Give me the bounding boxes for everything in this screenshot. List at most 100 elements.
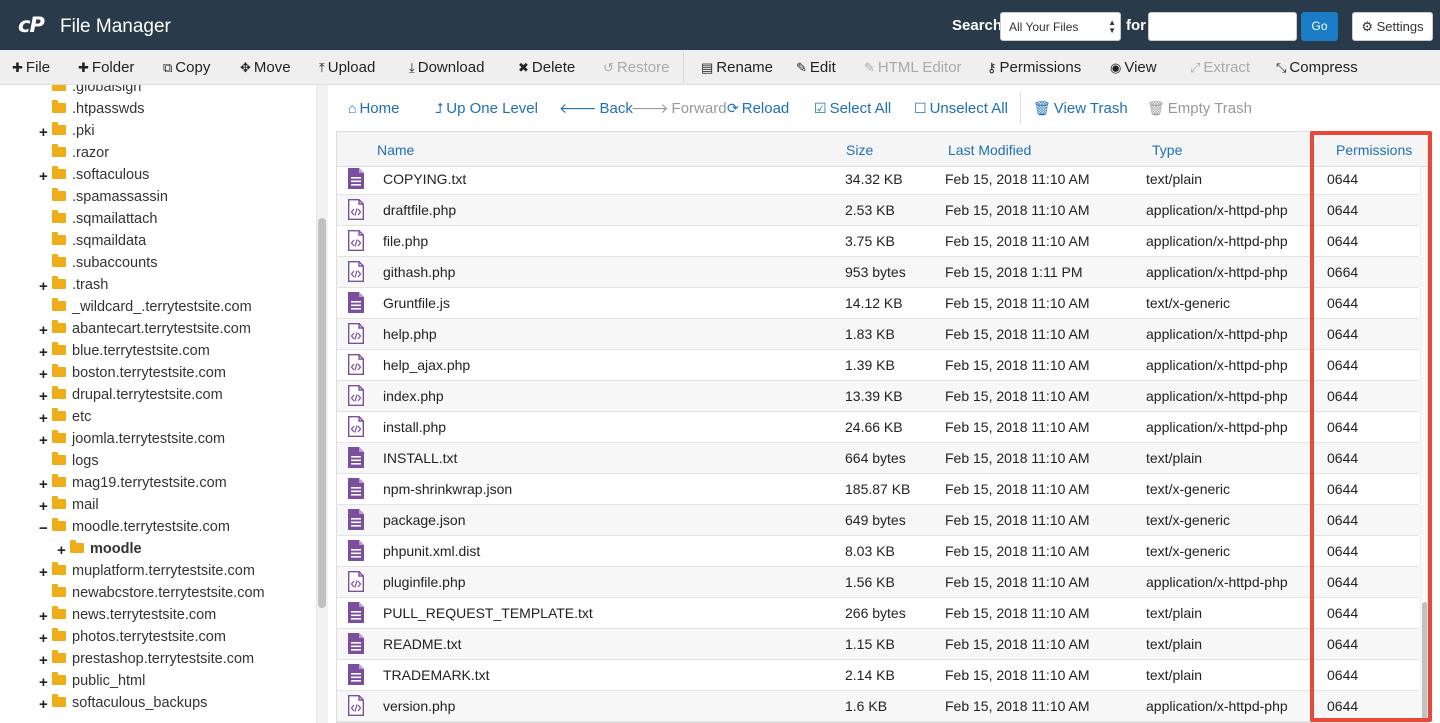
tree-item[interactable]: .globalsign [52,85,141,101]
tree-item[interactable]: newabcstore.terrytestsite.com [52,584,265,607]
table-row[interactable]: Gruntfile.js 14.12 KB Feb 15, 2018 11:10 A… [337,288,1419,319]
tree-item[interactable]: .htpasswds [52,100,145,123]
expand-icon[interactable]: + [39,344,48,361]
reload-button[interactable]: ⟳ Reload [727,100,789,117]
expand-icon[interactable]: + [39,432,48,449]
table-row[interactable]: file.php 3.75 KB Feb 15, 2018 11:10 AM appl… [337,226,1419,257]
tree-item[interactable]: .sqmaildata [52,232,146,255]
tree-item[interactable]: + prestashop.terrytestsite.com [39,650,254,673]
table-row[interactable]: README.txt 1.15 KB Feb 15, 2018 11:10 AM te… [337,629,1419,660]
expand-icon[interactable]: + [39,278,48,295]
tree-scrollbar-thumb[interactable] [318,218,326,608]
compress-button[interactable]: ⤡ Compress [1276,59,1358,76]
expand-icon[interactable]: + [39,124,48,141]
select-all-button[interactable]: ☑ Select All [814,100,891,117]
table-row[interactable]: pluginfile.php 1.56 KB Feb 15, 2018 11:10 … [337,567,1419,598]
tree-item[interactable]: .spamassassin [52,188,168,211]
table-row[interactable]: version.php 1.6 KB Feb 15, 2018 11:10 AM ap… [337,691,1419,722]
table-row[interactable]: phpunit.xml.dist 8.03 KB Feb 15, 2018 11:1… [337,536,1419,567]
expand-icon[interactable]: + [39,608,48,625]
column-header-size[interactable]: Size [846,142,873,158]
table-row[interactable]: index.php 13.39 KB Feb 15, 2018 11:10 AM ap… [337,381,1419,412]
tree-item[interactable]: + mail [39,496,99,519]
search-input[interactable] [1148,12,1297,41]
tree-item[interactable]: + blue.terrytestsite.com [39,342,210,365]
table-row[interactable]: help.php 1.83 KB Feb 15, 2018 11:10 AM appl… [337,319,1419,350]
tree-item[interactable]: logs [52,452,99,475]
cpanel-logo[interactable]: cP [18,13,45,37]
tree-item[interactable]: + etc [39,408,91,431]
tree-item[interactable]: + boston.terrytestsite.com [39,364,226,387]
table-row[interactable]: PULL_REQUEST_TEMPLATE.txt 266 bytes Feb 15… [337,598,1419,629]
table-row[interactable]: install.php 24.66 KB Feb 15, 2018 11:10 AM… [337,412,1419,443]
tree-item[interactable]: + mag19.terrytestsite.com [39,474,227,497]
table-row[interactable]: help_ajax.php 1.39 KB Feb 15, 2018 11:10 A… [337,350,1419,381]
tree-item[interactable]: + softaculous_backups [39,694,207,717]
expand-icon[interactable]: + [39,476,48,493]
rename-button[interactable]: ▤ Rename [701,59,773,76]
expand-icon[interactable]: + [39,696,48,713]
expand-icon[interactable]: + [39,498,48,515]
tree-item[interactable]: + photos.terrytestsite.com [39,628,226,651]
upload-button[interactable]: ⤒ Upload [319,59,375,76]
column-header-last-modified[interactable]: Last Modified [948,142,1031,158]
extract-button[interactable]: ⤢ Extract [1190,59,1250,76]
go-button[interactable]: Go [1301,12,1338,41]
tree-item[interactable]: + public_html [39,672,145,695]
settings-button[interactable]: ⚙ Settings [1352,12,1433,41]
view-button[interactable]: ◉ View [1110,59,1157,76]
tree-item[interactable]: + .pki [39,122,95,145]
tree-item[interactable]: + news.terrytestsite.com [39,606,216,629]
expand-icon[interactable]: + [39,630,48,647]
table-row[interactable]: COPYING.txt 34.32 KB Feb 15, 2018 11:10 AM… [337,164,1419,195]
tree-item[interactable]: + moodle [57,540,142,563]
tree-item[interactable]: + .trash [39,276,108,299]
tree-item[interactable]: .subaccounts [52,254,157,277]
delete-button[interactable]: ✖ Delete [518,59,575,76]
tree-item[interactable]: − moodle.terrytestsite.com [39,518,230,541]
table-row[interactable]: githash.php 953 bytes Feb 15, 2018 1:11 PM… [337,257,1419,288]
view-trash-button[interactable]: 🗑 View Trash [1033,100,1128,117]
column-header-permissions[interactable]: Permissions [1336,142,1412,158]
forward-button[interactable]: 🡒 Forward [631,100,727,117]
tree-item[interactable]: .sqmailattach [52,210,157,233]
expand-icon[interactable]: + [39,322,48,339]
table-row[interactable]: INSTALL.txt 664 bytes Feb 15, 2018 11:10 A… [337,443,1419,474]
expand-icon[interactable]: + [39,410,48,427]
empty-trash-button[interactable]: 🗑 Empty Trash [1147,100,1252,117]
expand-icon[interactable]: + [57,542,66,559]
new-file-button[interactable]: ✚ File [12,59,50,76]
home-button[interactable]: ⌂ Home [348,100,399,117]
expand-icon[interactable]: + [39,388,48,405]
restore-button[interactable]: ↺ Restore [603,59,669,76]
table-row[interactable]: TRADEMARK.txt 2.14 KB Feb 15, 2018 11:10 A… [337,660,1419,691]
collapse-icon[interactable]: − [39,520,48,537]
tree-item[interactable]: + .softaculous [39,166,149,189]
table-row[interactable]: draftfile.php 2.53 KB Feb 15, 2018 11:10 A… [337,195,1419,226]
expand-icon[interactable]: + [39,674,48,691]
edit-button[interactable]: ✎ Edit [796,59,836,76]
tree-item[interactable]: + drupal.terrytestsite.com [39,386,223,409]
expand-icon[interactable]: + [39,652,48,669]
new-folder-button[interactable]: ✚ Folder [78,59,134,76]
tree-item[interactable]: .razor [52,144,109,167]
unselect-all-button[interactable]: ☐ Unselect All [914,100,1008,117]
up-one-level-button[interactable]: ⮥ Up One Level [435,100,538,117]
table-scrollbar-thumb[interactable] [1422,602,1427,720]
download-button[interactable]: ⤓ Download [409,59,484,76]
permissions-button[interactable]: ⚷ Permissions [987,59,1081,76]
expand-icon[interactable]: + [39,564,48,581]
copy-button[interactable]: ⧉ Copy [163,59,210,76]
back-button[interactable]: 🡐 Back [559,100,633,117]
tree-item[interactable]: + muplatform.terrytestsite.com [39,562,255,585]
table-row[interactable]: npm-shrinkwrap.json 185.87 KB Feb 15, 2018… [337,474,1419,505]
column-header-type[interactable]: Type [1152,142,1182,158]
tree-item[interactable]: _wildcard_.terrytestsite.com [52,298,252,321]
tree-item[interactable]: + abantecart.terrytestsite.com [39,320,251,343]
html-editor-button[interactable]: ✎ HTML Editor [864,59,962,76]
expand-icon[interactable]: + [39,168,48,185]
table-row[interactable]: package.json 649 bytes Feb 15, 2018 11:10 … [337,505,1419,536]
tree-item[interactable]: + joomla.terrytestsite.com [39,430,225,453]
expand-icon[interactable]: + [39,366,48,383]
column-header-name[interactable]: Name [377,142,414,158]
